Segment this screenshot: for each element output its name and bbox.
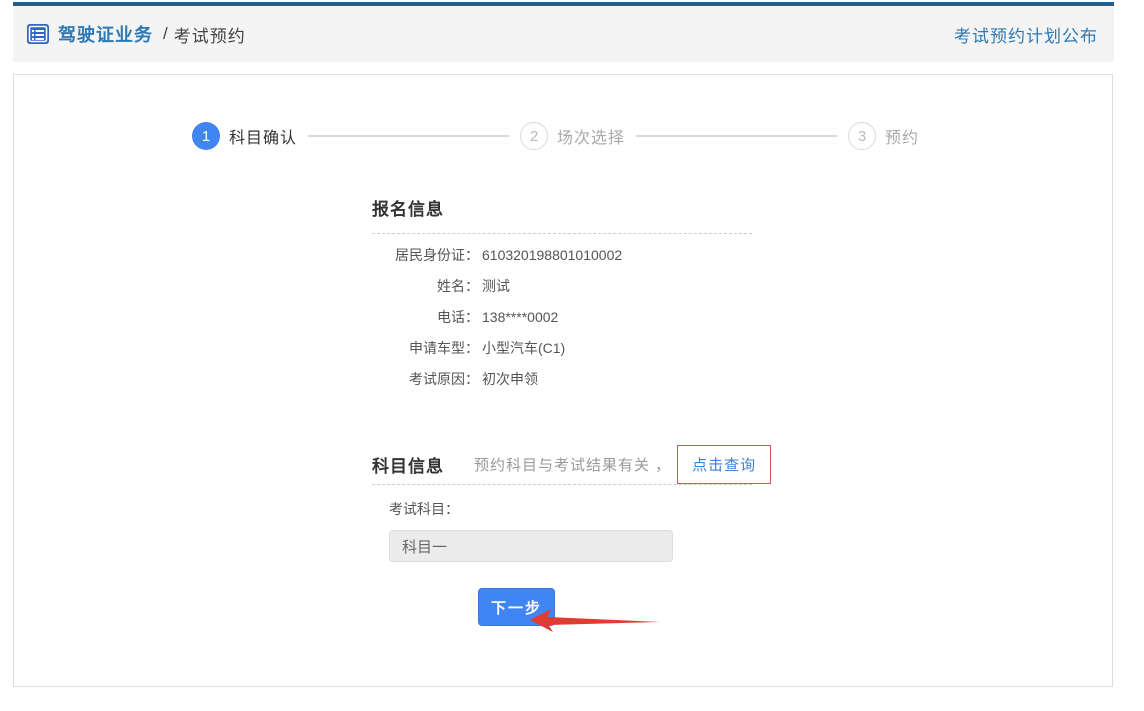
breadcrumb-current: 考试预约 (173, 26, 246, 46)
subject-hint-text: 预约科目与考试结果有关 ， (474, 456, 672, 474)
exam-appointment-page: 驾驶证业务 / 考试预约 考试预约计划公布 1 科目确认 2 场次选择 3 预约… (0, 0, 1144, 711)
step-3-label: 预约 (885, 130, 920, 147)
field-label: 姓名： (437, 278, 479, 294)
registration-info-heading: 报名信息 (372, 200, 444, 219)
field-value: 138****0002 (482, 309, 559, 325)
next-step-button[interactable]: 下一步 (478, 588, 555, 626)
step-2-label: 场次选择 (557, 130, 626, 147)
step-1-label: 科目确认 (229, 130, 298, 147)
field-label: 居民身份证： (395, 247, 479, 263)
field-label: 申请车型： (409, 340, 479, 356)
subject-info-header: 科目信息 预约科目与考试结果有关 ， 点击查询 (372, 444, 772, 484)
exam-subject-input[interactable] (389, 530, 673, 562)
step-1-circle: 1 (192, 122, 220, 150)
list-icon (27, 24, 49, 44)
field-phone: 电话： 138****0002 (372, 306, 622, 328)
main-panel: 1 科目确认 2 场次选择 3 预约 报名信息 居民身份证： 610320198… (13, 74, 1113, 687)
field-value: 610320198801010002 (482, 247, 623, 263)
step-2-circle: 2 (520, 122, 549, 150)
field-label: 电话： (437, 309, 479, 325)
step-connector (308, 135, 510, 137)
subject-info-heading: 科目信息 (372, 456, 444, 476)
field-value: 初次申领 (482, 371, 538, 387)
field-exam-reason: 考试原因： 初次申领 (372, 368, 622, 390)
divider (372, 233, 752, 234)
breadcrumb-separator: / (163, 24, 168, 43)
page-header: 驾驶证业务 / 考试预约 考试预约计划公布 (13, 6, 1114, 62)
step-indicator: 1 科目确认 2 场次选择 3 预约 (192, 122, 919, 150)
field-id-number: 居民身份证： 610320198801010002 (372, 244, 622, 266)
field-name: 姓名： 测试 (372, 275, 622, 297)
divider (372, 484, 752, 485)
exam-subject-label: 考试科目： (389, 501, 459, 517)
click-to-query-link[interactable]: 点击查询 (692, 457, 756, 474)
annotation-highlight-box: 点击查询 (677, 444, 772, 484)
field-label: 考试原因： (409, 371, 479, 387)
breadcrumb-section: 驾驶证业务 (58, 25, 153, 45)
field-value: 小型汽车(C1) (482, 340, 566, 356)
step-3-circle: 3 (848, 122, 877, 150)
field-vehicle-type: 申请车型： 小型汽车(C1) (372, 337, 622, 359)
step-connector (636, 135, 838, 137)
exam-plan-announcement-link[interactable]: 考试预约计划公布 (954, 22, 1098, 47)
field-value: 测试 (482, 278, 510, 294)
registration-fields: 居民身份证： 610320198801010002 姓名： 测试 电话： 138… (372, 244, 622, 399)
